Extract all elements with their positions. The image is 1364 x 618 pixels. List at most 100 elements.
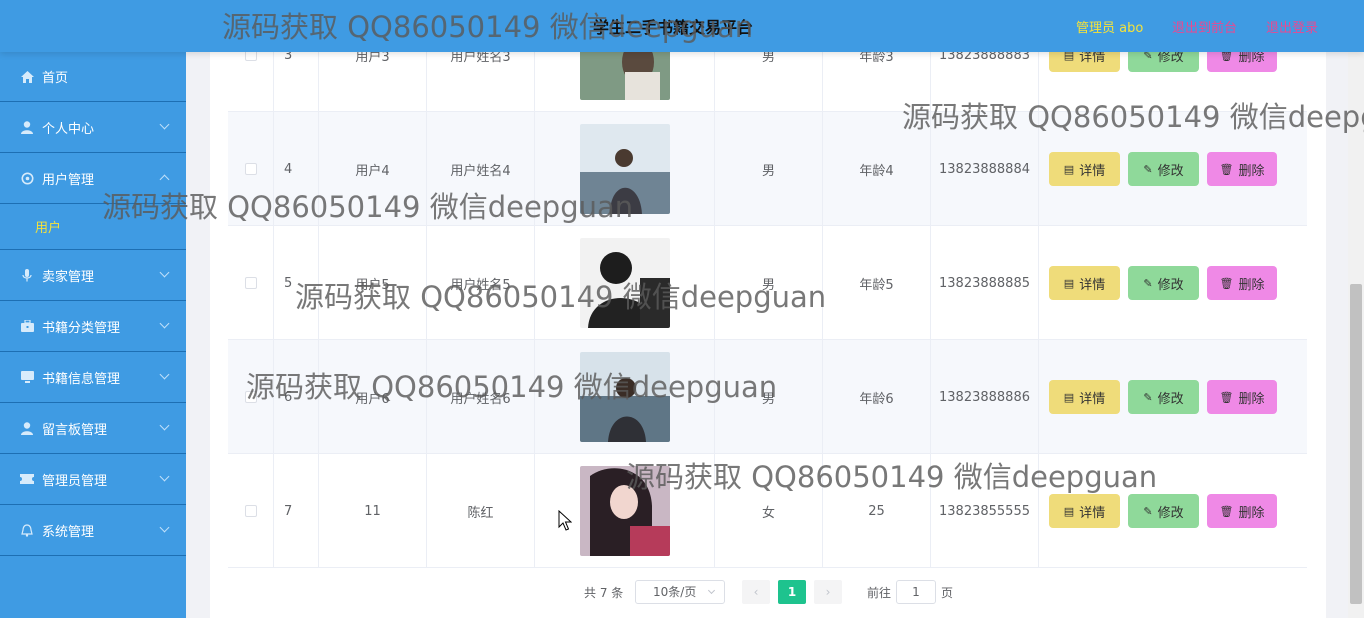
sidebar: 首页 个人中心 用户管理 用户 卖家管理 书籍分类管理 书籍信息管理 留言板管理… xyxy=(0,52,186,618)
row-name: 陈红 xyxy=(427,454,535,568)
row-account: 用户4 xyxy=(319,112,427,226)
row-name: 用户姓名5 xyxy=(427,226,535,340)
row-age: 年龄5 xyxy=(823,226,931,340)
scrollbar-thumb[interactable] xyxy=(1350,284,1362,604)
pagination: 共 7 条 10条/页 ‹ 1 › 前往 页 xyxy=(210,580,1326,604)
detail-button[interactable]: ▤ 详情 xyxy=(1049,380,1120,414)
user-icon xyxy=(20,421,34,435)
detail-button[interactable]: ▤ 详情 xyxy=(1049,266,1120,300)
document-icon: ▤ xyxy=(1063,390,1075,404)
page-size-select[interactable]: 10条/页 xyxy=(635,580,725,604)
sidebar-item-label: 个人中心 xyxy=(42,121,95,137)
microphone-icon xyxy=(20,268,34,282)
sidebar-item-users[interactable]: 用户管理 xyxy=(0,153,186,204)
row-name: 用户姓名4 xyxy=(427,112,535,226)
site-title: 学生二手书籍交易平台 xyxy=(593,18,754,37)
pencil-icon: ✎ xyxy=(1143,162,1153,176)
logout-link[interactable]: 退出登录 xyxy=(1266,17,1318,36)
delete-button[interactable]: 🗑 删除 xyxy=(1207,380,1277,414)
sidebar-item-message-board[interactable]: 留言板管理 xyxy=(0,403,186,454)
row-account: 11 xyxy=(319,454,427,568)
main-content: 3 用户3 用户姓名3 男 年龄3 13823888883 ▤ 详情 ✎ 修改 🗑 删… xyxy=(186,0,1364,618)
sidebar-item-label: 用户管理 xyxy=(42,172,95,188)
avatar xyxy=(579,352,670,442)
edit-button[interactable]: ✎ 修改 xyxy=(1128,152,1199,186)
row-gender: 女 xyxy=(715,454,823,568)
row-age: 年龄6 xyxy=(823,340,931,454)
vertical-scrollbar[interactable] xyxy=(1348,52,1364,618)
monitor-icon xyxy=(20,370,34,384)
sidebar-item-book-category[interactable]: 书籍分类管理 xyxy=(0,301,186,352)
row-index: 6 xyxy=(274,340,319,454)
chevron-up-icon xyxy=(159,174,170,185)
sidebar-item-label: 留言板管理 xyxy=(42,422,108,438)
table-row: 6 用户6 用户姓名6 男 年龄6 13823888886 ▤ 详情 ✎ 修改 🗑 删… xyxy=(228,340,1307,454)
chevron-down-icon xyxy=(159,318,170,329)
sidebar-item-label: 书籍信息管理 xyxy=(42,371,121,387)
next-page-button[interactable]: › xyxy=(814,580,842,604)
chevron-left-icon: ‹ xyxy=(753,585,759,599)
row-gender: 男 xyxy=(715,226,823,340)
edit-button[interactable]: ✎ 修改 xyxy=(1128,266,1199,300)
row-index: 5 xyxy=(274,226,319,340)
avatar xyxy=(579,466,670,556)
table-row: 7 11 陈红 女 25 13823855555 ▤ 详情 ✎ 修改 🗑 删除 xyxy=(228,454,1307,568)
sidebar-item-sellers[interactable]: 卖家管理 xyxy=(0,250,186,301)
delete-button[interactable]: 🗑 删除 xyxy=(1207,152,1277,186)
chevron-down-icon xyxy=(159,471,170,482)
row-phone: 13823888885 xyxy=(931,226,1039,340)
sidebar-subitem-user[interactable]: 用户 xyxy=(0,204,186,250)
row-gender: 男 xyxy=(715,112,823,226)
trash-icon: 🗑 xyxy=(1219,504,1234,518)
sidebar-item-admin[interactable]: 管理员管理 xyxy=(0,454,186,505)
row-account: 用户5 xyxy=(319,226,427,340)
page-suffix-label: 页 xyxy=(941,586,954,600)
edit-button[interactable]: ✎ 修改 xyxy=(1128,380,1199,414)
trash-icon: 🗑 xyxy=(1219,390,1234,404)
chevron-down-icon xyxy=(159,119,170,130)
avatar xyxy=(579,124,670,214)
delete-button[interactable]: 🗑 删除 xyxy=(1207,494,1277,528)
page-number-current[interactable]: 1 xyxy=(778,580,806,604)
sidebar-item-book-info[interactable]: 书籍信息管理 xyxy=(0,352,186,403)
detail-button[interactable]: ▤ 详情 xyxy=(1049,494,1120,528)
row-name: 用户姓名6 xyxy=(427,340,535,454)
sidebar-item-label: 书籍分类管理 xyxy=(42,320,121,336)
sidebar-item-label: 首页 xyxy=(42,71,69,86)
pagination-total: 共 7 条 xyxy=(584,586,624,600)
ticket-icon xyxy=(20,472,34,486)
row-checkbox[interactable] xyxy=(244,505,257,517)
sidebar-item-system[interactable]: 系统管理 xyxy=(0,505,186,556)
row-checkbox[interactable] xyxy=(244,163,257,175)
chevron-right-icon: › xyxy=(825,585,831,599)
back-to-front-link[interactable]: 退出到前台 xyxy=(1172,17,1237,36)
sidebar-item-profile[interactable]: 个人中心 xyxy=(0,102,186,153)
goto-page-input[interactable] xyxy=(896,580,936,604)
table-row: 5 用户5 用户姓名5 男 年龄5 13823888885 ▤ 详情 ✎ 修改 🗑 删… xyxy=(228,226,1307,340)
top-header: 学生二手书籍交易平台 管理员 abo 退出到前台 退出登录 xyxy=(0,0,1364,52)
edit-button[interactable]: ✎ 修改 xyxy=(1128,494,1199,528)
row-phone: 13823888884 xyxy=(931,112,1039,226)
document-icon: ▤ xyxy=(1063,162,1075,176)
user-icon xyxy=(20,120,34,134)
pencil-icon: ✎ xyxy=(1143,276,1153,290)
chevron-down-icon xyxy=(707,586,716,595)
chevron-down-icon xyxy=(159,522,170,533)
gear-icon xyxy=(20,171,34,185)
admin-label: 管理员 abo xyxy=(1076,21,1144,36)
row-checkbox[interactable] xyxy=(244,391,257,403)
delete-button[interactable]: 🗑 删除 xyxy=(1207,266,1277,300)
detail-button[interactable]: ▤ 详情 xyxy=(1049,152,1120,186)
home-icon xyxy=(20,70,34,84)
content-panel: 3 用户3 用户姓名3 男 年龄3 13823888883 ▤ 详情 ✎ 修改 🗑 删… xyxy=(210,0,1326,618)
prev-page-button[interactable]: ‹ xyxy=(742,580,770,604)
mouse-cursor-icon xyxy=(558,510,572,531)
page-size-value: 10条/页 xyxy=(653,585,697,599)
row-checkbox[interactable] xyxy=(244,277,257,289)
sidebar-item-home[interactable]: 首页 xyxy=(0,52,186,102)
row-phone: 13823855555 xyxy=(931,454,1039,568)
pencil-icon: ✎ xyxy=(1143,504,1153,518)
sidebar-item-label: 卖家管理 xyxy=(42,269,95,285)
row-age: 年龄4 xyxy=(823,112,931,226)
pencil-icon: ✎ xyxy=(1143,390,1153,404)
